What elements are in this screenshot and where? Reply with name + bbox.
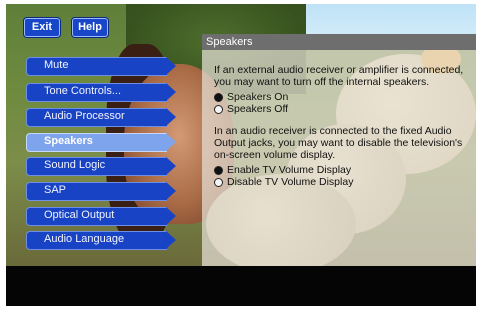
radio-selected-icon xyxy=(214,92,223,102)
panel-intro-text: If an external audio receiver or amplifi… xyxy=(214,64,464,88)
menu-item-label: Optical Output xyxy=(44,209,115,221)
help-button[interactable]: Help xyxy=(72,18,108,37)
menu-item-label: Mute xyxy=(44,59,69,71)
menu-item-speakers[interactable]: Speakers xyxy=(26,133,176,152)
disable-volume-display-option[interactable]: Disable TV Volume Display xyxy=(214,176,468,188)
bottom-black-strip xyxy=(6,266,476,306)
menu-item-audio-processor[interactable]: Audio Processor xyxy=(26,108,176,127)
speakers-on-option[interactable]: Speakers On xyxy=(214,91,468,103)
radio-selected-icon xyxy=(214,165,223,175)
arrow-right-icon xyxy=(166,157,176,175)
arrow-right-icon xyxy=(166,207,176,225)
menu-item-mute[interactable]: Mute xyxy=(26,57,176,76)
menu-item-sound-logic[interactable]: Sound Logic xyxy=(26,157,176,176)
option-label: Speakers On xyxy=(227,91,289,103)
menu-item-label: Tone Controls... xyxy=(44,85,122,97)
radio-unselected-icon xyxy=(214,104,223,114)
menu-item-label: Audio Language xyxy=(44,233,125,245)
enable-volume-display-option[interactable]: Enable TV Volume Display xyxy=(214,164,468,176)
menu-item-audio-language[interactable]: Audio Language xyxy=(26,231,176,250)
panel-title: Speakers xyxy=(202,34,476,50)
tv-screen: Exit Help Mute Tone Controls... Audio Pr… xyxy=(6,4,476,306)
radio-unselected-icon xyxy=(214,177,223,187)
exit-button[interactable]: Exit xyxy=(24,18,60,37)
menu-item-label: Audio Processor xyxy=(44,110,125,122)
menu-item-sap[interactable]: SAP xyxy=(26,182,176,201)
menu-item-label: SAP xyxy=(44,184,67,196)
arrow-right-icon xyxy=(166,182,176,200)
speakers-panel: If an external audio receiver or amplifi… xyxy=(202,50,476,266)
arrow-right-icon xyxy=(166,231,176,249)
option-label: Enable TV Volume Display xyxy=(227,164,352,176)
menu-item-tone-controls[interactable]: Tone Controls... xyxy=(26,83,176,102)
arrow-right-icon xyxy=(166,83,176,101)
menu-item-label: Speakers xyxy=(44,135,93,147)
panel-volume-text: In an audio receiver is connected to the… xyxy=(214,125,463,161)
arrow-right-icon xyxy=(166,108,176,126)
arrow-right-icon xyxy=(166,57,176,75)
option-label: Speakers Off xyxy=(227,103,289,115)
arrow-right-icon xyxy=(166,133,176,151)
menu-item-optical-output[interactable]: Optical Output xyxy=(26,207,176,226)
option-label: Disable TV Volume Display xyxy=(227,176,354,188)
menu-item-label: Sound Logic xyxy=(44,159,106,171)
speakers-off-option[interactable]: Speakers Off xyxy=(214,103,468,115)
